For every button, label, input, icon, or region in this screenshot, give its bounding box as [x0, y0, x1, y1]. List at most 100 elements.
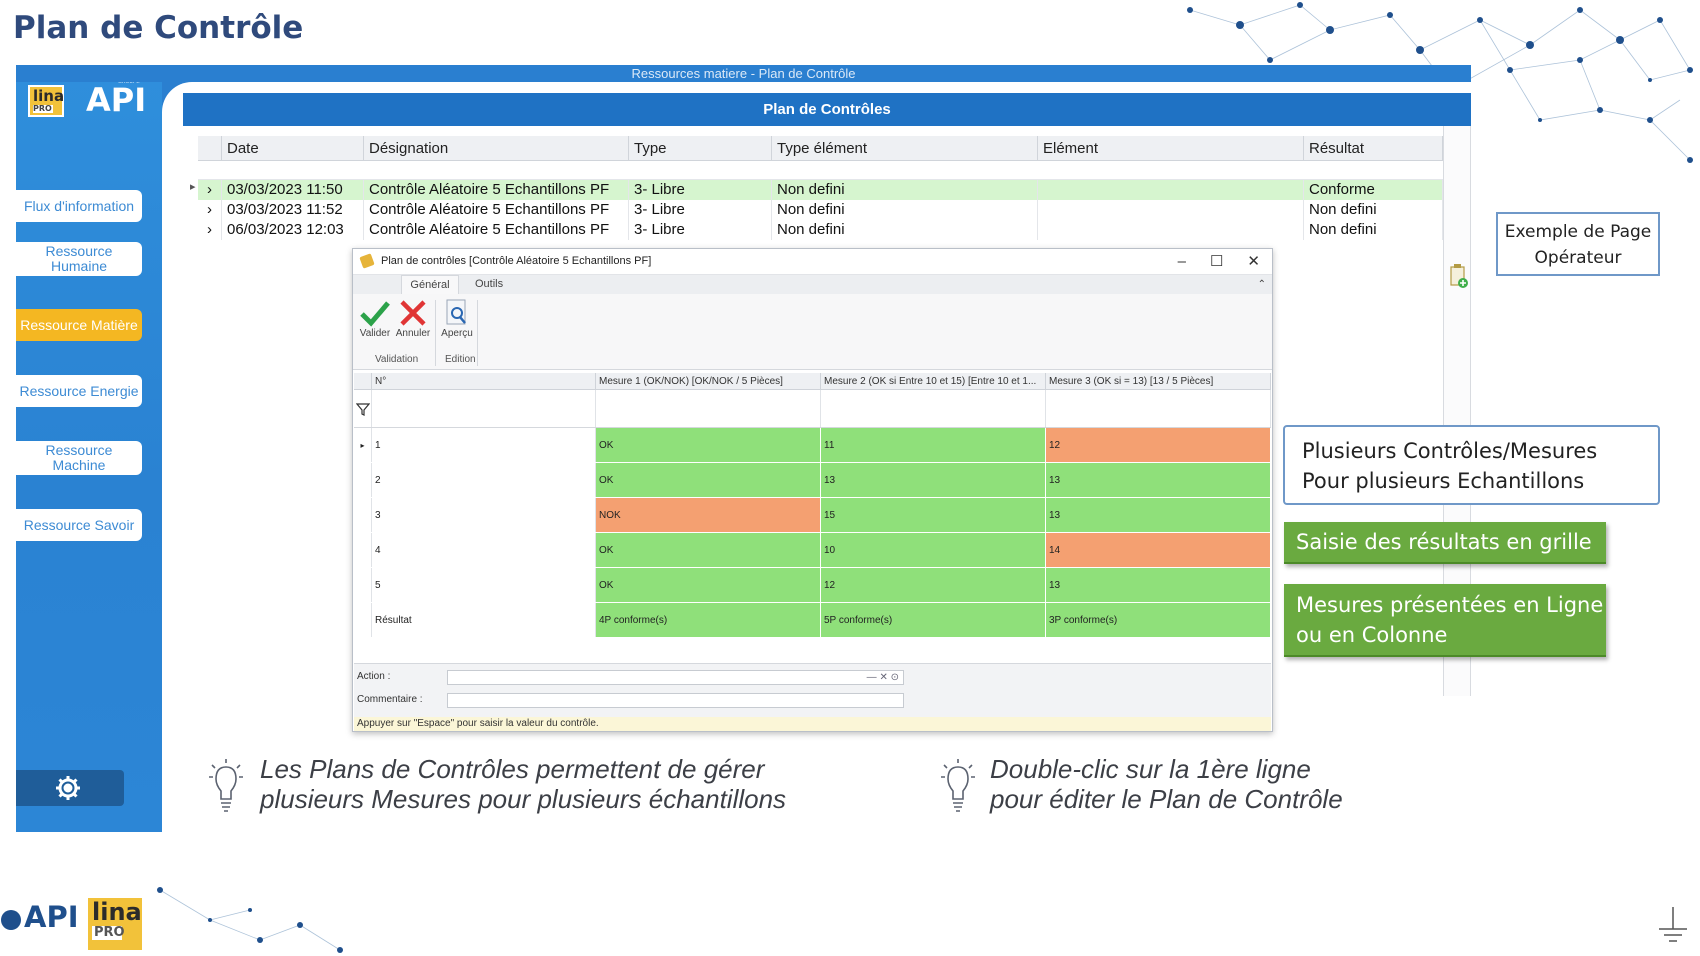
cell-mesure-1[interactable]: NOK [596, 498, 821, 532]
table-row[interactable]: › 06/03/2023 12:03 Contrôle Aléatoire 5 … [198, 220, 1443, 240]
cell-element [1038, 200, 1304, 220]
cell-type: 3- Libre [629, 220, 772, 240]
api-logo: API [86, 81, 147, 119]
caption-left: Les Plans de Contrôles permettent de gér… [260, 754, 787, 814]
col-type-element[interactable]: Type élément [772, 136, 1038, 160]
header-spacer [354, 373, 372, 389]
list-header: Plan de Contrôles [183, 93, 1471, 126]
cell-type-element: Non defini [772, 220, 1038, 240]
expand-chevron-icon[interactable]: › [198, 220, 222, 240]
nav-ressource-energie[interactable]: Ressource Energie [16, 375, 142, 407]
cell-mesure-2[interactable]: 15 [821, 498, 1046, 532]
measures-grid: N° Mesure 1 (OK/NOK) [OK/NOK / 5 Pièces]… [354, 373, 1271, 638]
maximize-icon[interactable]: ☐ [1210, 249, 1223, 274]
col-type[interactable]: Type [629, 136, 772, 160]
expand-chevron-icon[interactable]: › [198, 200, 222, 220]
ground-symbol-icon [1659, 907, 1687, 942]
cell-mesure-3[interactable]: 13 [1046, 463, 1271, 497]
action-input[interactable]: — ✕ ⊙ [447, 670, 904, 685]
col-date[interactable]: Date [222, 136, 364, 160]
add-document-icon[interactable] [1449, 263, 1469, 291]
cancel-button[interactable]: Annuler [395, 298, 431, 339]
cell-mesure-1[interactable]: OK [596, 568, 821, 602]
measure-row[interactable]: 4 OK 10 14 [354, 533, 1271, 568]
cell-result-mesure-2: 5P conforme(s) [821, 603, 1046, 637]
dialog-titlebar: Plan de contrôles [Contrôle Aléatoire 5 … [353, 249, 1272, 274]
footer-api-logo: API [24, 900, 79, 934]
status-bar: Appuyer sur "Espace" pour saisir la vale… [354, 717, 1271, 731]
grid-header: Date Désignation Type Type élément Eléme… [198, 136, 1443, 161]
cell-type-element: Non defini [772, 180, 1038, 200]
cell-mesure-2[interactable]: 11 [821, 428, 1046, 462]
col-mesure-3[interactable]: Mesure 3 (OK si = 13) [13 / 5 Pièces] [1046, 373, 1271, 389]
measure-row[interactable]: 5 OK 12 13 [354, 568, 1271, 603]
group-validation: Validation [375, 354, 419, 365]
cell-result-mesure-1: 4P conforme(s) [596, 603, 821, 637]
cell-mesure-1[interactable]: OK [596, 463, 821, 497]
control-plan-dialog: Plan de contrôles [Contrôle Aléatoire 5 … [352, 248, 1273, 732]
col-n[interactable]: N° [372, 373, 596, 389]
nav-flux-information[interactable]: Flux d'information [16, 190, 142, 222]
preview-icon [446, 299, 466, 325]
slide-title: Plan de Contrôle [13, 10, 304, 46]
cell-result-mesure-3: 3P conforme(s) [1046, 603, 1271, 637]
callout-example: Exemple de Page Opérateur [1496, 212, 1660, 276]
callout-grid: Saisie des résultats en grille [1284, 522, 1606, 564]
cell-element [1038, 220, 1304, 240]
close-icon[interactable]: ✕ [1247, 249, 1260, 274]
cell-n: 2 [372, 463, 596, 497]
cell-mesure-3[interactable]: 13 [1046, 498, 1271, 532]
nav-ressource-humaine[interactable]: Ressource Humaine [16, 242, 142, 276]
cell-type: 3- Libre [629, 200, 772, 220]
cell-date: 03/03/2023 11:50 [222, 180, 364, 200]
cell-mesure-3[interactable]: 14 [1046, 533, 1271, 567]
cell-mesure-3[interactable]: 12 [1046, 428, 1271, 462]
cell-mesure-1[interactable]: OK [596, 533, 821, 567]
tab-outils[interactable]: Outils [475, 275, 503, 294]
settings-button[interactable] [16, 770, 124, 806]
cell-mesure-2[interactable]: 12 [821, 568, 1046, 602]
comment-input[interactable] [447, 693, 904, 708]
lightbulb-icon [941, 759, 975, 812]
col-designation[interactable]: Désignation [364, 136, 629, 160]
minimize-icon[interactable]: – [1178, 249, 1186, 274]
table-row[interactable]: ▸ › 03/03/2023 11:50 Contrôle Aléatoire … [190, 180, 1443, 200]
validate-button[interactable]: Valider [357, 298, 393, 339]
control-plans-grid: Date Désignation Type Type élément Eléme… [190, 136, 1443, 240]
col-resultat[interactable]: Résultat [1304, 136, 1443, 160]
group-edition: Edition [445, 354, 476, 365]
cell-mesure-1[interactable]: OK [596, 428, 821, 462]
cell-designation: Contrôle Aléatoire 5 Echantillons PF [364, 220, 629, 240]
filter-icon[interactable] [356, 402, 370, 416]
tab-general[interactable]: Général [401, 275, 459, 296]
cell-mesure-2[interactable]: 10 [821, 533, 1046, 567]
cell-resultat: Non defini [1304, 200, 1443, 220]
grid-header-spacer [198, 136, 222, 160]
measure-row[interactable]: ▸ 1 OK 11 12 [354, 428, 1271, 463]
callout-layout: Mesures présentées en Ligne ou en Colonn… [1284, 584, 1606, 657]
nav-ressource-savoir[interactable]: Ressource Savoir [16, 509, 142, 541]
col-element[interactable]: Elément [1038, 136, 1304, 160]
footer-lina-logo: lina PRO [88, 898, 142, 950]
expand-chevron-icon[interactable]: › [198, 180, 222, 200]
measures-filter-row[interactable] [354, 390, 1271, 428]
row-indicator-icon: ▸ [190, 181, 196, 193]
cell-resultat: Non defini [1304, 220, 1443, 240]
collapse-ribbon-icon[interactable]: ⌃ [1258, 275, 1266, 294]
measure-row[interactable]: 2 OK 13 13 [354, 463, 1271, 498]
col-mesure-1[interactable]: Mesure 1 (OK/NOK) [OK/NOK / 5 Pièces] [596, 373, 821, 389]
col-mesure-2[interactable]: Mesure 2 (OK si Entre 10 et 15) [Entre 1… [821, 373, 1046, 389]
nav-ressource-matiere[interactable]: Ressource Matière [16, 309, 142, 341]
table-row[interactable]: › 03/03/2023 11:52 Contrôle Aléatoire 5 … [198, 200, 1443, 220]
nav-ressource-machine[interactable]: Ressource Machine [16, 441, 142, 475]
measures-header: N° Mesure 1 (OK/NOK) [OK/NOK / 5 Pièces]… [354, 373, 1271, 390]
cell-mesure-2[interactable]: 13 [821, 463, 1046, 497]
preview-button[interactable]: Aperçu [439, 298, 475, 339]
measure-row[interactable]: 3 NOK 15 13 [354, 498, 1271, 533]
action-input-controls-icon[interactable]: — ✕ ⊙ [867, 671, 899, 684]
cell-designation: Contrôle Aléatoire 5 Echantillons PF [364, 180, 629, 200]
callout-multi: Plusieurs Contrôles/Mesures Pour plusieu… [1283, 425, 1660, 505]
grid-filter-row[interactable] [198, 161, 1443, 180]
cell-mesure-3[interactable]: 13 [1046, 568, 1271, 602]
cell-designation: Contrôle Aléatoire 5 Echantillons PF [364, 200, 629, 220]
